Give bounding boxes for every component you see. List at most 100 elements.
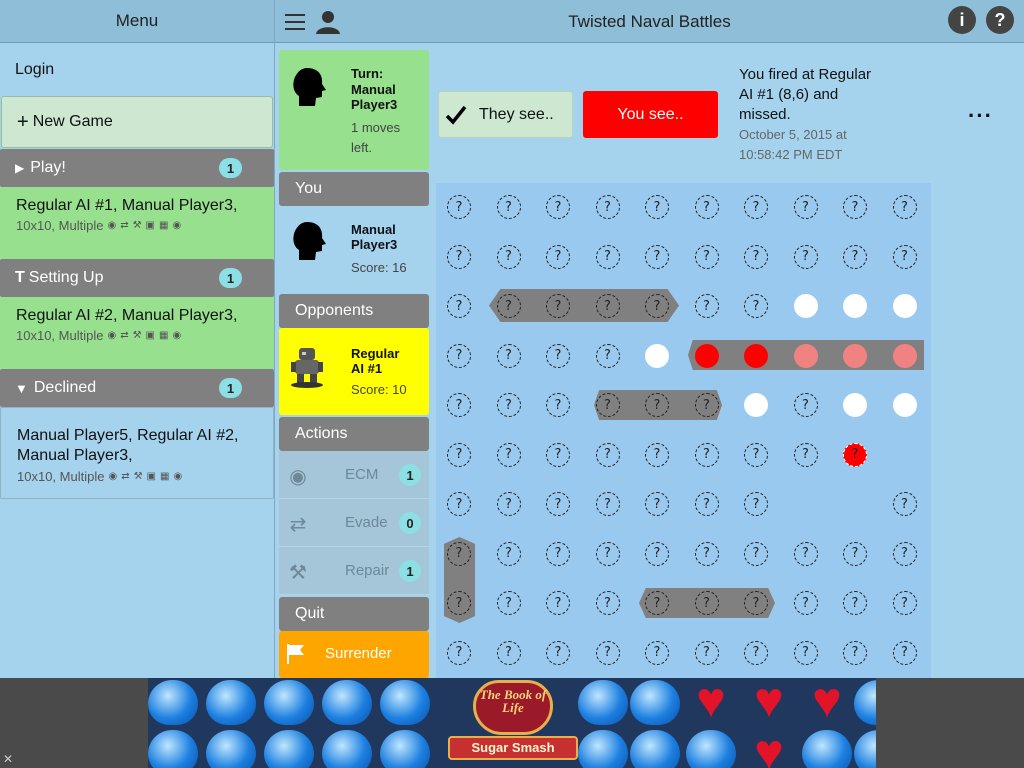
cell-unknown[interactable]: ?: [694, 591, 719, 615]
ad-banner[interactable]: ♥ ♥ ♥ ♥ The Book of Life Sugar Smash ✕: [0, 678, 1024, 768]
game-item-play[interactable]: Regular AI #1, Manual Player3, 10x10, Mu…: [0, 187, 274, 259]
cell-unknown[interactable]: ?: [892, 640, 917, 665]
cell-unknown[interactable]: ?: [694, 442, 719, 467]
cell-miss[interactable]: [892, 393, 917, 417]
cell-unknown[interactable]: ?: [892, 195, 917, 219]
game-item-setting-up[interactable]: Regular AI #2, Manual Player3, 10x10, Mu…: [0, 297, 274, 369]
cell-miss[interactable]: [892, 294, 917, 318]
cell-unknown[interactable]: ?: [694, 640, 719, 665]
cell-unknown[interactable]: ?: [496, 492, 521, 516]
cell-unknown[interactable]: ?: [744, 640, 768, 665]
cell-hit-faded[interactable]: [793, 343, 818, 368]
cell-unknown[interactable]: ?: [793, 393, 818, 417]
cell-unknown[interactable]: ?: [447, 195, 471, 219]
cell-unknown[interactable]: ?: [447, 640, 471, 665]
play-section-header[interactable]: ▶ Play! 1: [0, 149, 274, 187]
cell-unknown[interactable]: ?: [892, 591, 917, 615]
cell-unknown[interactable]: ?: [546, 244, 570, 269]
you-see-button[interactable]: You see..: [583, 91, 718, 138]
cell-unknown[interactable]: ?: [447, 244, 471, 269]
setting-up-section-header[interactable]: T Setting Up 1: [0, 259, 274, 297]
cell-unknown[interactable]: ?: [546, 393, 570, 417]
cell-hit[interactable]: [744, 343, 768, 368]
cell-unknown[interactable]: ?: [595, 492, 620, 516]
cell-unknown[interactable]: ?: [744, 492, 768, 516]
cell-unknown[interactable]: ?: [447, 541, 471, 566]
cell-unknown[interactable]: ?: [843, 591, 867, 615]
opponent-card[interactable]: Regular AI #1 Score: 10: [279, 328, 429, 415]
cell-unknown[interactable]: ?: [694, 492, 719, 516]
cell-unknown[interactable]: ?: [447, 343, 471, 368]
cell-unknown[interactable]: ?: [694, 195, 719, 219]
cell-unknown[interactable]: ?: [744, 195, 768, 219]
cell-unknown[interactable]: ?: [447, 393, 471, 417]
cell-unknown[interactable]: ?: [694, 294, 719, 318]
ecm-action[interactable]: ◉ ECM 1: [279, 451, 429, 499]
cell-unknown[interactable]: ?: [744, 244, 768, 269]
cell-unknown[interactable]: ?: [496, 541, 521, 566]
cell-unknown[interactable]: ?: [595, 393, 620, 417]
cell-unknown[interactable]: ?: [546, 442, 570, 467]
cell-unknown[interactable]: ?: [892, 244, 917, 269]
cell-unknown[interactable]: ?: [595, 591, 620, 615]
cell-unknown[interactable]: ?: [645, 492, 669, 516]
cell-unknown[interactable]: ?: [496, 591, 521, 615]
cell-unknown[interactable]: ?: [744, 442, 768, 467]
cell-unknown[interactable]: ?: [645, 640, 669, 665]
cell-unknown[interactable]: ?: [645, 442, 669, 467]
cell-miss[interactable]: [793, 294, 818, 318]
cell-unknown[interactable]: ?: [447, 492, 471, 516]
cell-unknown[interactable]: ?: [595, 541, 620, 566]
cell-unknown[interactable]: ?: [595, 244, 620, 269]
help-icon[interactable]: ?: [986, 6, 1014, 34]
cell-unknown[interactable]: ?: [496, 442, 521, 467]
cell-unknown[interactable]: ?: [546, 343, 570, 368]
cell-unknown[interactable]: ?: [645, 393, 669, 417]
cell-unknown[interactable]: ?: [793, 442, 818, 467]
cell-hit-faded[interactable]: [843, 343, 867, 368]
cell-unknown[interactable]: ?: [546, 591, 570, 615]
evade-action[interactable]: ⇄ Evade 0: [279, 499, 429, 547]
cell-unknown[interactable]: ?: [447, 591, 471, 615]
cell-unknown[interactable]: ?: [645, 195, 669, 219]
cell-unknown[interactable]: ?: [793, 195, 818, 219]
repair-action[interactable]: ⚒ Repair 1: [279, 547, 429, 595]
cell-unknown[interactable]: ?: [744, 541, 768, 566]
declined-section-header[interactable]: ▼ Declined 1: [0, 369, 274, 407]
cell-unknown[interactable]: ?: [496, 640, 521, 665]
cell-unknown[interactable]: ?: [546, 541, 570, 566]
cell-unknown[interactable]: ?: [546, 195, 570, 219]
cell-unknown[interactable]: ?: [595, 442, 620, 467]
game-board[interactable]: ????????????????????????????????????????…: [436, 183, 931, 678]
cell-unknown[interactable]: ?: [496, 343, 521, 368]
cell-unknown[interactable]: ?: [744, 294, 768, 318]
cell-miss[interactable]: [744, 393, 768, 417]
cell-unknown[interactable]: ?: [595, 640, 620, 665]
cell-hit-faded[interactable]: [892, 343, 917, 368]
cell-unknown[interactable]: ?: [546, 294, 570, 318]
cell-unknown[interactable]: ?: [496, 195, 521, 219]
cell-unknown[interactable]: ?: [645, 541, 669, 566]
cell-unknown[interactable]: ?: [892, 492, 917, 516]
cell-unknown[interactable]: ?: [843, 195, 867, 219]
surrender-button[interactable]: Surrender: [279, 631, 429, 678]
cell-unknown[interactable]: ?: [793, 640, 818, 665]
cell-unknown[interactable]: ?: [793, 244, 818, 269]
they-see-button[interactable]: They see..: [438, 91, 573, 138]
cell-unknown[interactable]: ?: [496, 244, 521, 269]
cell-miss[interactable]: [843, 294, 867, 318]
cell-unknown[interactable]: ?: [496, 393, 521, 417]
cell-unknown[interactable]: ?: [843, 640, 867, 665]
cell-unknown[interactable]: ?: [645, 244, 669, 269]
cell-hit[interactable]: [694, 343, 719, 368]
cell-unknown[interactable]: ?: [694, 541, 719, 566]
cell-unknown[interactable]: ?: [793, 541, 818, 566]
new-game-button[interactable]: + New Game: [1, 96, 273, 148]
cell-unknown[interactable]: ?: [843, 244, 867, 269]
cell-unknown[interactable]: ?: [843, 541, 867, 566]
cell-unknown[interactable]: ?: [694, 244, 719, 269]
cell-unknown[interactable]: ?: [645, 294, 669, 318]
ad-creative[interactable]: ♥ ♥ ♥ ♥ The Book of Life Sugar Smash: [148, 678, 876, 768]
cell-unknown[interactable]: ?: [595, 294, 620, 318]
cell-unknown[interactable]: ?: [694, 393, 719, 417]
